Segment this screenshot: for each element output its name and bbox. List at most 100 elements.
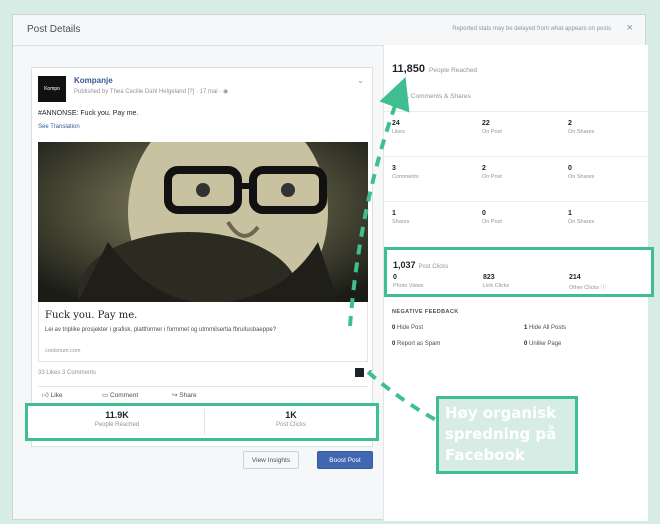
unlike-page-stat: 0 Unlike Page: [524, 341, 561, 347]
report-spam-stat: 0 Report as Spam: [392, 341, 440, 347]
comments-row: 3 Comments 2 On Post 0 On Shares: [384, 156, 648, 201]
grid-value: 0: [568, 165, 572, 172]
annotation-callout: Høy organisk spredning på Facebook: [436, 396, 578, 474]
link-clicks-cell: 823 Link Clicks: [483, 274, 563, 289]
close-icon[interactable]: ×: [627, 22, 633, 34]
grid-value: 1: [392, 210, 396, 217]
link-preview[interactable]: Fuck you. Pay me. Lei av triplike prosje…: [38, 302, 368, 362]
click-label: Photo Views: [393, 283, 424, 289]
link-domain: coolsnum.com: [45, 348, 81, 354]
grid-label: Likes: [392, 129, 405, 135]
photo-views-cell: 0 Photo Views: [393, 274, 473, 289]
grid-cell: 1 Shares: [392, 210, 472, 225]
grid-cell: 3 Comments: [392, 165, 472, 180]
post-clicks-stat: 1K Post Clicks: [206, 410, 376, 428]
grid-label: Comments: [392, 174, 419, 180]
grid-label: Shares: [392, 219, 410, 225]
grid-cell: 2 On Shares: [568, 120, 648, 135]
callout-line: Facebook: [445, 446, 525, 464]
grid-value: 2: [482, 165, 486, 172]
grid-value: 24: [392, 120, 400, 127]
page-selector-avatar[interactable]: [355, 368, 364, 377]
dialog-delay-note: Reported stats may be delayed from what …: [452, 26, 611, 32]
likes-comments-shares-heading: Likes, Comments & Shares: [392, 93, 471, 100]
thumbs-up-icon: 👍︎: [42, 392, 51, 399]
hide-post-stat: 0 Hide Post: [392, 325, 423, 331]
grid-label: On Shares: [568, 129, 595, 135]
share-button[interactable]: ↪ Share: [172, 391, 197, 399]
dialog-header: Post Details Reported stats may be delay…: [13, 15, 645, 46]
reach-summary: 11,850 People Reached: [392, 59, 477, 77]
click-label: Other Clicks ⓘ: [569, 285, 606, 291]
grid-value: 3: [392, 165, 396, 172]
neg-value: 0: [392, 325, 396, 331]
people-reached-stat: 11.9K People Reached: [32, 410, 202, 428]
reach-value: 11,850: [392, 63, 426, 75]
callout-line: spredning på: [445, 425, 557, 443]
comment-label: Comment: [109, 392, 139, 399]
neg-value: 1: [524, 325, 528, 331]
link-description: Lei av triplike prosjekter i grafisk, pl…: [45, 327, 277, 333]
post-clicks-highlight: 1,037 Post Clicks 0 Photo Views 823 Link Cl…: [384, 247, 654, 297]
like-label: Like: [50, 392, 63, 399]
post-preview-column: Kompo Kompanje Published by Thea Cecilie…: [25, 67, 379, 515]
post-card: Kompo Kompanje Published by Thea Cecilie…: [31, 67, 373, 447]
neg-label: Hide Post: [397, 325, 424, 331]
negative-feedback-heading: NEGATIVE FEEDBACK: [392, 309, 459, 315]
callout-line: Høy organisk: [445, 404, 557, 422]
neg-label: Hide All Posts: [529, 325, 567, 331]
grid-label: On Post: [482, 129, 502, 135]
grid-label: On Shares: [568, 219, 595, 225]
grid-value: 0: [482, 210, 486, 217]
neg-value: 0: [392, 341, 396, 347]
see-translation-link[interactable]: See Translation: [38, 124, 80, 130]
stat-divider: [204, 409, 205, 435]
grid-cell: 0 On Shares: [568, 165, 648, 180]
post-stats-highlight: 11.9K People Reached 1K Post Clicks: [25, 403, 379, 441]
callout-text: Høy organisk spredning på Facebook: [445, 403, 556, 466]
comment-icon: ▭: [102, 392, 110, 399]
page-avatar[interactable]: Kompo: [38, 76, 66, 102]
click-value: 0: [393, 274, 397, 281]
people-reached-value: 11.9K: [105, 410, 129, 420]
post-clicks-value: 1K: [285, 410, 297, 420]
post-clicks-label: Post Clicks: [276, 422, 306, 428]
click-label: Link Clicks: [483, 283, 510, 289]
like-button[interactable]: 👍︎ Like: [42, 391, 63, 399]
hide-all-posts-stat: 1 Hide All Posts: [524, 325, 566, 331]
man-with-glasses-photo-icon: [38, 142, 368, 302]
post-clicks-summary: 1,037 Post Clicks: [393, 255, 448, 273]
grid-label: On Post: [482, 219, 502, 225]
boost-post-button[interactable]: Boost Post: [317, 451, 373, 469]
view-insights-button[interactable]: View Insights: [243, 451, 299, 469]
reach-label: People Reached: [429, 67, 478, 74]
neg-value: 0: [524, 341, 528, 347]
grid-value: 2: [568, 120, 572, 127]
grid-value: 1: [568, 210, 572, 217]
post-text: #ANNONSE: Fuck you. Pay me.: [38, 110, 139, 117]
grid-cell: 22 On Post: [482, 120, 562, 135]
post-clicks-total: 1,037: [393, 260, 416, 270]
post-clicks-total-label: Post Clicks: [418, 264, 449, 270]
chevron-down-icon[interactable]: ⌄: [357, 76, 364, 85]
comment-button[interactable]: ▭ Comment: [102, 391, 138, 399]
grid-label: On Shares: [568, 174, 595, 180]
neg-label: Report as Spam: [397, 341, 441, 347]
click-value: 214: [569, 274, 581, 281]
grid-value: 22: [482, 120, 490, 127]
page-name-link[interactable]: Kompanje: [74, 76, 113, 85]
other-clicks-cell: 214 Other Clicks ⓘ: [569, 274, 649, 291]
post-photo[interactable]: [38, 142, 368, 302]
share-label: Share: [179, 392, 197, 399]
click-value: 823: [483, 274, 495, 281]
grid-cell: 24 Likes: [392, 120, 472, 135]
shares-row: 1 Shares 0 On Post 1 On Shares: [384, 201, 648, 246]
grid-cell: 2 On Post: [482, 165, 562, 180]
post-actions-bar: 👍︎ Like ▭ Comment ↪ Share: [38, 386, 368, 401]
engagement-grid: 24 Likes 22 On Post 2 On Shares 3 Comments 2…: [384, 111, 648, 246]
likes-comments-count[interactable]: 33 Likes 3 Comments: [38, 370, 96, 376]
caret-down-icon[interactable]: ▾: [369, 368, 372, 375]
dialog-title: Post Details: [27, 24, 81, 35]
grid-cell: 1 On Shares: [568, 210, 648, 225]
likes-row: 24 Likes 22 On Post 2 On Shares: [384, 111, 648, 156]
